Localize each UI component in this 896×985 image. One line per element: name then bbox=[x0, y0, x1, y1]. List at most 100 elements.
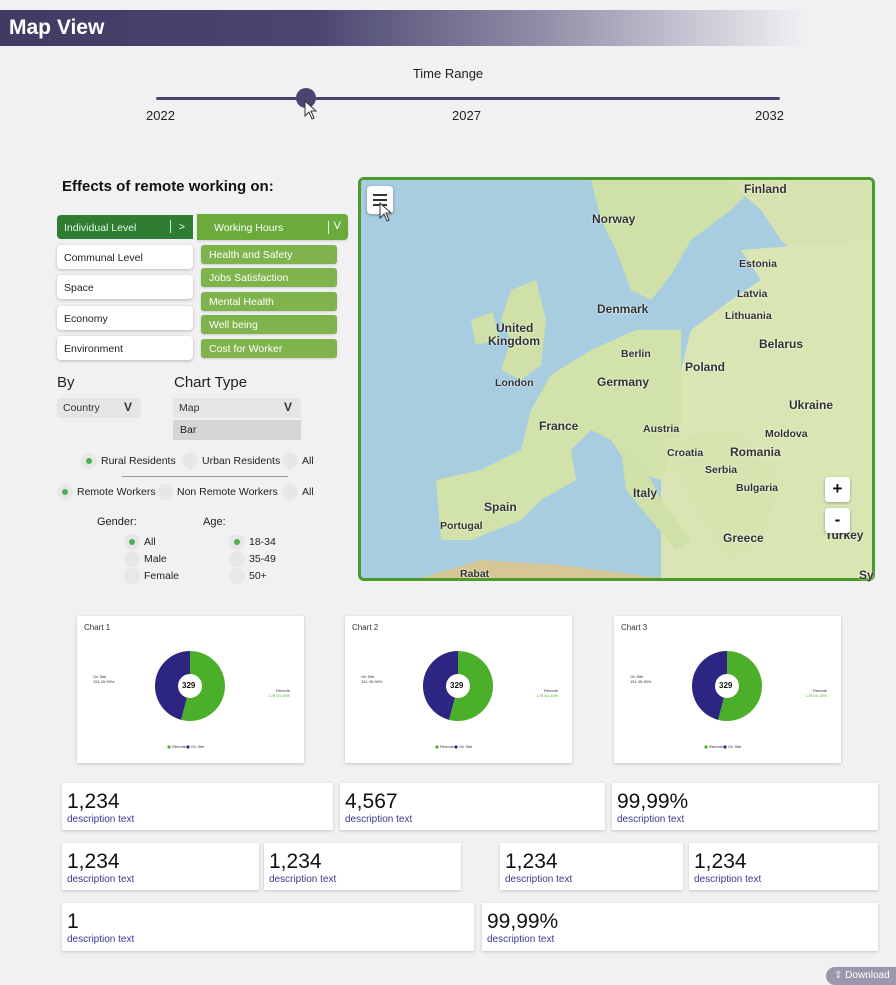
radio-dot bbox=[229, 568, 245, 584]
kpi-description: description text bbox=[269, 874, 337, 885]
filter-divider bbox=[122, 476, 288, 477]
map-label-latvia: Latvia bbox=[737, 288, 768, 300]
share-icon: ⇪ bbox=[834, 970, 843, 981]
chart-type-option-bar[interactable]: Bar bbox=[173, 420, 301, 440]
radio-dot bbox=[229, 551, 245, 567]
kpi-value: 1,234 bbox=[694, 850, 747, 873]
kpi-value: 99,99% bbox=[617, 790, 689, 813]
zoom-in-button[interactable]: + bbox=[825, 477, 850, 502]
legend-onsite: On Site bbox=[459, 744, 473, 749]
page-title: Map View bbox=[9, 16, 105, 39]
pointer-cursor-icon bbox=[379, 202, 393, 222]
radio-label: Urban Residents bbox=[202, 455, 281, 467]
kpi-card: 1,234 description text bbox=[62, 783, 333, 830]
by-label: By bbox=[57, 374, 75, 391]
subcategory-jobs-satisfaction[interactable]: Jobs Satisfaction bbox=[201, 268, 337, 287]
kpi-card: 1,234 description text bbox=[689, 843, 878, 890]
kpi-description: description text bbox=[67, 934, 135, 945]
map-label-kingdom: Kingdom bbox=[488, 334, 540, 348]
map-label-austria: Austria bbox=[643, 423, 680, 435]
category-separator bbox=[170, 220, 171, 233]
kpi-card: 1 description text bbox=[62, 903, 474, 951]
chart-type-label: Chart Type bbox=[174, 374, 248, 391]
radio-label: Remote Workers bbox=[77, 486, 156, 498]
radio-dot bbox=[282, 484, 298, 500]
map-label-norway: Norway bbox=[592, 212, 636, 226]
legend-onsite: On Site bbox=[728, 744, 742, 749]
category-communal-level[interactable]: Communal Level bbox=[57, 245, 193, 269]
map-label-france: France bbox=[539, 419, 579, 433]
chevron-right-icon: > bbox=[178, 221, 185, 233]
kpi-value: 1 bbox=[67, 910, 79, 933]
kpi-description: description text bbox=[487, 934, 555, 945]
radio-dot bbox=[157, 484, 173, 500]
kpi-card: 99,99% description text bbox=[612, 783, 878, 830]
kpi-value: 1,234 bbox=[67, 790, 120, 813]
radio-label: All bbox=[302, 455, 314, 467]
kpi-card: 4,567 description text bbox=[340, 783, 605, 830]
radio-label: All bbox=[302, 486, 314, 498]
category-environment[interactable]: Environment bbox=[57, 336, 193, 360]
kpi-value: 99,99% bbox=[487, 910, 559, 933]
subcategory-working-hours[interactable]: Working Hours V bbox=[197, 214, 348, 240]
subcategory-mental-health[interactable]: Mental Health bbox=[201, 292, 337, 311]
map-label-estonia: Estonia bbox=[739, 258, 777, 270]
radio-dot bbox=[182, 453, 198, 469]
map-label-syria: Sy bbox=[859, 568, 874, 582]
map-label-germany: Germany bbox=[597, 375, 650, 389]
category-space[interactable]: Space bbox=[57, 275, 193, 299]
donut-chart-card: Chart 3 On Site 151 45.90% Remote 178 54.10%… bbox=[614, 616, 841, 763]
map-label-portugal: Portugal bbox=[440, 520, 483, 532]
donut-center-total: 329 bbox=[450, 681, 464, 690]
chart-type-select[interactable]: Map V bbox=[173, 398, 301, 418]
radio-dot bbox=[229, 534, 245, 550]
subcategory-cost-for-worker[interactable]: Cost for Worker bbox=[201, 339, 337, 358]
radio-label: 50+ bbox=[249, 570, 267, 582]
map-label-rabat: Rabat bbox=[460, 568, 490, 580]
time-tick-start: 2022 bbox=[146, 108, 175, 123]
time-tick-mid: 2027 bbox=[452, 108, 481, 123]
chevron-down-icon: V bbox=[123, 400, 132, 414]
subcategory-health-and-safety[interactable]: Health and Safety bbox=[201, 245, 337, 264]
radio-label: 35-49 bbox=[249, 553, 276, 565]
kpi-description: description text bbox=[617, 814, 685, 825]
legend-dot bbox=[704, 745, 708, 749]
time-range-track[interactable] bbox=[156, 97, 780, 100]
kpi-card: 1,234 description text bbox=[500, 843, 683, 890]
map-label-london: London bbox=[495, 377, 534, 389]
kpi-description: description text bbox=[694, 874, 762, 885]
menu-icon bbox=[373, 194, 387, 196]
map-label-denmark: Denmark bbox=[597, 302, 649, 316]
category-individual-level[interactable]: Individual Level > bbox=[57, 215, 193, 239]
radio-dot bbox=[124, 568, 140, 584]
menu-icon-line bbox=[373, 199, 387, 201]
radio-label: Female bbox=[144, 570, 180, 582]
radio-label: Rural Residents bbox=[101, 455, 176, 467]
map-label-poland: Poland bbox=[685, 360, 726, 374]
chevron-down-icon: V bbox=[333, 220, 341, 232]
age-label: Age: bbox=[203, 516, 226, 528]
map-label-serbia: Serbia bbox=[705, 464, 738, 476]
map-label-bulgaria: Bulgaria bbox=[736, 482, 779, 494]
page-header: Map View bbox=[0, 10, 896, 46]
map-label-ukraine: Ukraine bbox=[789, 398, 834, 412]
map-label-italy: Italy bbox=[633, 486, 658, 500]
gender-label: Gender: bbox=[97, 516, 137, 528]
category-economy[interactable]: Economy bbox=[57, 306, 193, 330]
radio-dot bbox=[282, 453, 298, 469]
map-label-moldova: Moldova bbox=[765, 428, 808, 440]
zoom-out-button[interactable]: - bbox=[825, 508, 850, 533]
legend-onsite: On Site bbox=[191, 744, 205, 749]
kpi-value: 4,567 bbox=[345, 790, 398, 813]
map-label-romania: Romania bbox=[730, 445, 781, 459]
by-select[interactable]: Country V bbox=[57, 398, 141, 418]
download-label: Download bbox=[845, 970, 890, 981]
subcategory-well-being[interactable]: Well being bbox=[201, 315, 337, 334]
map-label-finland: Finland bbox=[744, 182, 787, 196]
chart-type-value: Map bbox=[179, 402, 200, 414]
map-label-lithuania: Lithuania bbox=[725, 310, 772, 322]
kpi-value: 1,234 bbox=[505, 850, 558, 873]
time-tick-end: 2032 bbox=[755, 108, 784, 123]
download-button[interactable]: ⇪ Download bbox=[826, 967, 896, 985]
radio-label: All bbox=[144, 536, 156, 548]
